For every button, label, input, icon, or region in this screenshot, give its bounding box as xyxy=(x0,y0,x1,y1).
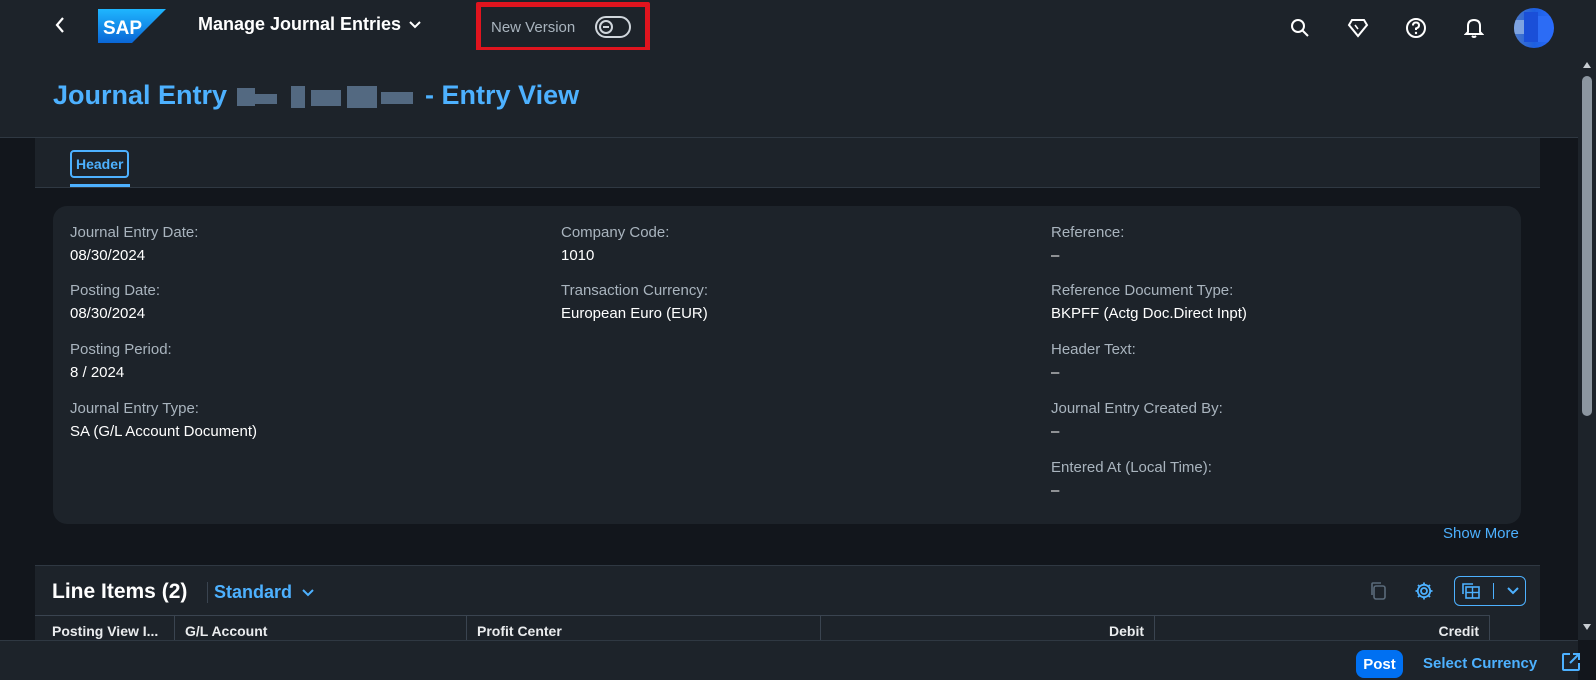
chevron-down-icon xyxy=(409,20,421,28)
notifications-button[interactable] xyxy=(1456,10,1492,46)
section-tabbar: Header xyxy=(35,138,1540,188)
help-button[interactable] xyxy=(1398,10,1434,46)
new-version-highlight: New Version xyxy=(476,2,650,52)
shell-actions xyxy=(1282,8,1554,48)
table-settings-button[interactable] xyxy=(1408,576,1440,606)
footer-toolbar: Post Select Currency xyxy=(0,640,1580,680)
svg-text:SAP: SAP xyxy=(103,18,142,39)
field-created-by: Journal Entry Created By: – xyxy=(1051,400,1223,440)
chevron-down-icon xyxy=(1507,587,1519,595)
tab-selected-indicator xyxy=(70,184,130,187)
redacted-entry-number xyxy=(231,84,421,108)
table-toolbar xyxy=(1362,576,1526,606)
scroll-down-arrow-icon[interactable] xyxy=(1582,622,1592,632)
chevron-down-icon xyxy=(302,588,314,596)
search-button[interactable] xyxy=(1282,10,1318,46)
page-title-suffix: - Entry View xyxy=(425,80,580,110)
object-page-header: Journal Entry - Entry View xyxy=(0,50,1578,138)
field-reference-document-type: Reference Document Type: BKPFF (Actg Doc… xyxy=(1051,282,1247,322)
field-posting-period: Posting Period: 8 / 2024 xyxy=(70,341,172,381)
diamond-icon xyxy=(1347,19,1369,38)
export-to-spreadsheet-icon xyxy=(1462,583,1480,599)
column-header-posting-view[interactable]: Posting View I... xyxy=(35,615,175,641)
field-journal-entry-date: Journal Entry Date: 08/30/2024 xyxy=(70,224,199,264)
tab-header[interactable]: Header xyxy=(70,150,130,178)
app-title-menu[interactable]: Manage Journal Entries xyxy=(198,14,421,35)
toggle-knob xyxy=(599,20,614,34)
scroll-up-arrow-icon[interactable] xyxy=(1582,60,1592,70)
bell-icon xyxy=(1464,18,1484,38)
column-header-credit[interactable]: Credit xyxy=(1155,615,1490,641)
back-button[interactable] xyxy=(46,12,74,38)
new-version-label: New Version xyxy=(491,18,576,36)
chevron-left-icon xyxy=(55,17,64,33)
export-split-button[interactable] xyxy=(1454,576,1526,606)
share-icon[interactable] xyxy=(1560,651,1582,673)
column-header-debit[interactable]: Debit xyxy=(821,615,1155,641)
new-version-toggle[interactable] xyxy=(595,16,632,38)
line-items-section: Line Items (2) Standard Posting View I..… xyxy=(35,565,1540,641)
search-icon xyxy=(1291,19,1309,37)
gear-icon xyxy=(1415,582,1433,600)
field-company-code: Company Code: 1010 xyxy=(561,224,670,264)
show-more-link[interactable]: Show More xyxy=(1443,525,1519,542)
page-title: Journal Entry - Entry View xyxy=(53,80,579,111)
copy-button[interactable] xyxy=(1362,576,1394,606)
sap-logo[interactable]: SAP xyxy=(98,9,166,43)
field-posting-date: Posting Date: 08/30/2024 xyxy=(70,282,161,322)
variant-label: Standard xyxy=(214,582,293,602)
header-facet-card: Journal Entry Date: 08/30/2024 Posting D… xyxy=(53,206,1521,524)
field-entered-at: Entered At (Local Time): – xyxy=(1051,459,1212,499)
field-header-text: Header Text: – xyxy=(1051,341,1136,381)
shell-bar: SAP Manage Journal Entries New Version xyxy=(0,0,1596,52)
page-title-prefix: Journal Entry xyxy=(53,80,228,110)
column-header-gl-account[interactable]: G/L Account xyxy=(175,615,467,641)
page-scrollbar[interactable] xyxy=(1578,50,1596,640)
copy-icon xyxy=(1371,582,1386,600)
user-avatar[interactable] xyxy=(1514,8,1554,48)
line-items-title: Line Items (2) xyxy=(52,580,188,603)
field-transaction-currency: Transaction Currency: European Euro (EUR… xyxy=(561,282,708,322)
field-journal-entry-type: Journal Entry Type: SA (G/L Account Docu… xyxy=(70,400,258,440)
scroll-thumb[interactable] xyxy=(1582,76,1592,416)
column-header-profit-center[interactable]: Profit Center xyxy=(467,615,821,641)
post-button[interactable]: Post xyxy=(1356,650,1403,678)
variant-selector[interactable]: Standard xyxy=(207,582,314,603)
field-reference: Reference: – xyxy=(1051,224,1125,264)
app-title: Manage Journal Entries xyxy=(198,14,402,34)
joule-button[interactable] xyxy=(1340,10,1376,46)
select-currency-button[interactable]: Select Currency xyxy=(1423,655,1537,672)
help-icon xyxy=(1406,18,1426,38)
